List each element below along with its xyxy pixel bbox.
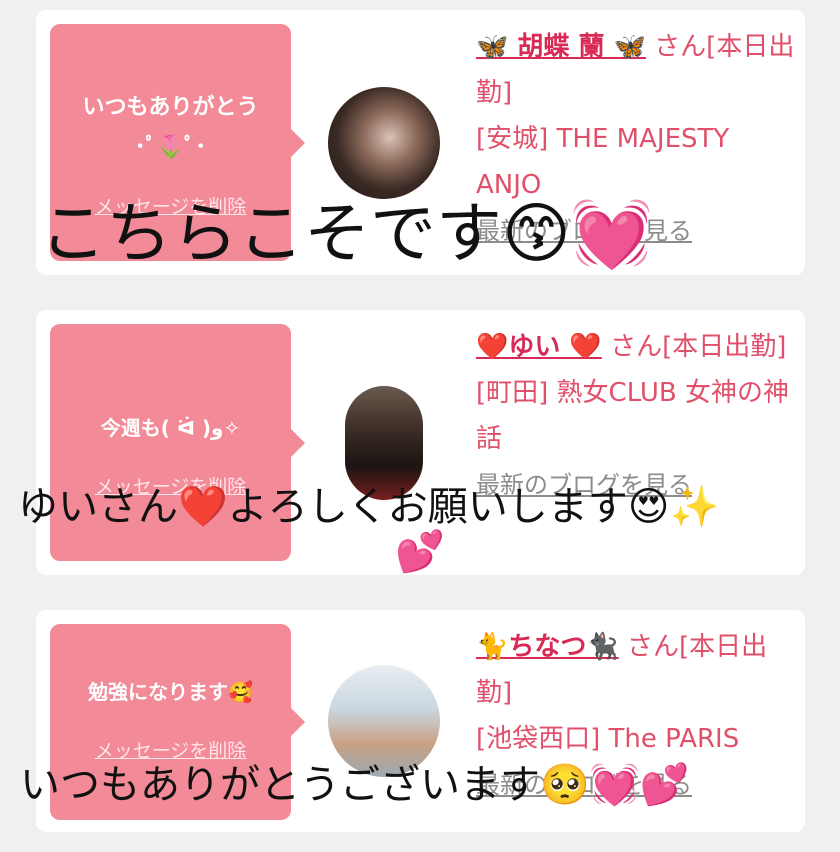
shop-name: [池袋西口] The PARIS <box>476 724 740 754</box>
cast-name-link[interactable]: ❤️ゆい ❤️ <box>476 332 602 362</box>
message-text: いつもありがとう <box>82 95 259 120</box>
overlay-caption-2: ゆいさん❤️よろしくお願いします😍✨ <box>18 484 720 530</box>
cast-honorific: さん <box>601 332 663 362</box>
shop-name: [町田] 熟女CLUB 女神の神話 <box>476 378 790 454</box>
cast-name-link[interactable]: 🦋 胡蝶 蘭 🦋 <box>476 32 646 62</box>
overlay-caption-2-extra: 💕 <box>395 529 445 575</box>
message-text: 勉強になります🥰 <box>88 680 253 704</box>
overlay-caption-1: こちらこそです😙💓 <box>40 195 653 272</box>
message-text: 今週も( ᐛ )و✧ <box>100 416 241 440</box>
overlay-caption-3: いつもありがとうございます🥺💓💕 <box>20 762 690 808</box>
message-deco: ･ﾟ🌷ﾟ･ <box>134 135 207 160</box>
cast-status: [本日出勤] <box>662 332 787 362</box>
cast-honorific: さん <box>618 632 680 662</box>
cast-name-link[interactable]: 🐈ちなつ🐈‍⬛ <box>476 632 619 662</box>
cast-honorific: さん <box>645 32 707 62</box>
